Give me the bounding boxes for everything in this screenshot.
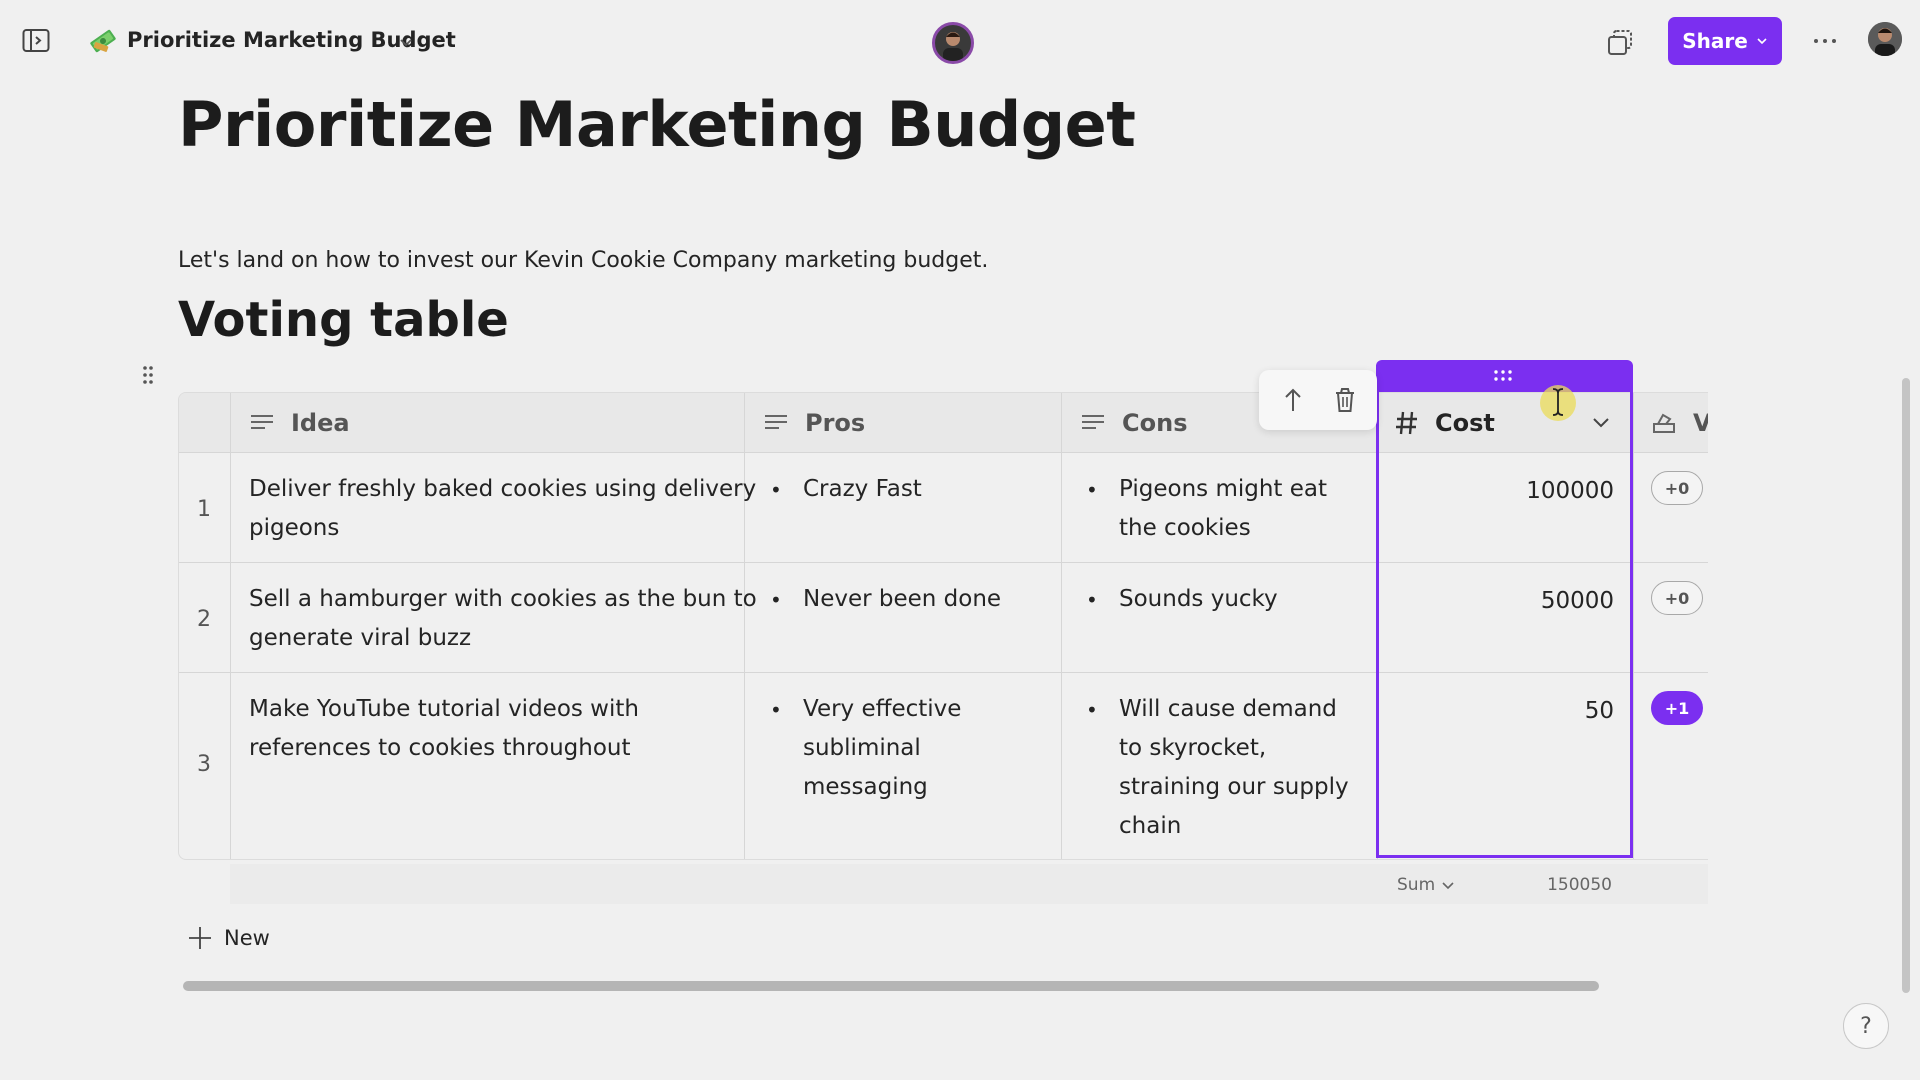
collaborator-avatar[interactable] <box>932 22 974 64</box>
money-icon <box>90 29 116 53</box>
cell-line: Deliver freshly baked cookies using deli… <box>249 476 757 502</box>
bullet-icon: • <box>770 588 782 612</box>
cell-line: Sell a hamburger with cookies as the bun… <box>249 586 757 612</box>
person-icon <box>1868 22 1902 56</box>
column-divider <box>230 393 231 859</box>
cell-line: the cookies <box>1119 515 1251 541</box>
cell-line: messaging <box>803 774 928 800</box>
vote-button[interactable]: +0 <box>1651 581 1703 615</box>
cell-line: Will cause demand <box>1119 696 1337 722</box>
cell-line: references to cookies throughout <box>249 735 631 761</box>
chevron-down-icon <box>1757 38 1767 45</box>
table-cell-pros[interactable]: Never been done <box>803 580 1001 619</box>
column-header-cons[interactable]: Cons <box>1080 393 1187 453</box>
cell-line: Pigeons might eat <box>1119 476 1328 502</box>
table-cell-pros[interactable]: Crazy Fast <box>803 470 922 509</box>
chevron-down-icon[interactable] <box>398 34 414 50</box>
help-button[interactable]: ? <box>1843 1003 1889 1049</box>
column-toolbar <box>1259 370 1377 430</box>
table-cell-cost[interactable]: 50 <box>1389 698 1614 724</box>
column-divider <box>1633 393 1634 859</box>
cell-line: Never been done <box>803 586 1002 612</box>
cell-line: subliminal <box>803 735 921 761</box>
sidebar-toggle-icon[interactable] <box>22 28 50 54</box>
page-title: Prioritize Marketing Budget <box>178 88 1136 161</box>
cell-line: straining our supply <box>1119 774 1349 800</box>
row-divider <box>179 562 1708 563</box>
bullet-icon: • <box>1086 698 1098 722</box>
bullet-icon: • <box>770 698 782 722</box>
text-lines-icon <box>251 415 273 429</box>
user-avatar[interactable] <box>1868 22 1902 56</box>
vote-button-active[interactable]: +1 <box>1651 691 1703 725</box>
grip-dots-icon <box>1494 370 1512 381</box>
share-button-label: Share <box>1682 29 1748 53</box>
summary-row <box>230 864 1708 904</box>
table-cell-idea[interactable]: Make YouTube tutorial videos with refere… <box>249 690 639 768</box>
column-header-label: Cost <box>1435 409 1495 437</box>
vertical-scrollbar[interactable] <box>1902 378 1910 993</box>
bullet-icon: • <box>1086 478 1098 502</box>
share-button[interactable]: Share <box>1668 17 1782 65</box>
vote-icon <box>1653 413 1675 433</box>
column-header-label: Cons <box>1122 409 1188 437</box>
section-heading: Voting table <box>178 292 509 348</box>
bullet-icon: • <box>770 478 782 502</box>
text-lines-icon <box>765 415 787 429</box>
sum-dropdown[interactable]: Sum <box>1397 875 1435 895</box>
vote-button[interactable]: +0 <box>1651 471 1703 505</box>
table-cell-idea[interactable]: Deliver freshly baked cookies using deli… <box>249 470 756 548</box>
table-cell-cons[interactable]: Sounds yucky <box>1119 580 1278 619</box>
text-lines-icon <box>1082 415 1104 429</box>
cell-line: Crazy Fast <box>803 476 922 502</box>
row-number: 1 <box>197 497 211 522</box>
column-header-cost[interactable]: Cost <box>1395 393 1495 453</box>
row-divider <box>179 672 1708 673</box>
new-row-label: New <box>224 926 270 950</box>
row-number: 3 <box>197 752 211 777</box>
cell-line: pigeons <box>249 515 340 541</box>
column-header-label: Pros <box>805 409 866 437</box>
column-divider <box>1377 393 1378 859</box>
arrow-up-icon[interactable] <box>1277 384 1309 416</box>
column-header-idea[interactable]: Idea <box>249 393 350 453</box>
voting-table: Idea Pros Cons Cost Vo <box>178 392 1708 860</box>
column-drag-handle[interactable] <box>1376 360 1633 392</box>
trash-icon[interactable] <box>1329 384 1361 416</box>
column-header-votes[interactable]: Vo <box>1651 393 1708 453</box>
new-row-button[interactable]: New <box>188 926 270 950</box>
column-header-pros[interactable]: Pros <box>763 393 865 453</box>
text-cursor-icon <box>1552 388 1564 416</box>
hash-icon <box>1396 411 1417 435</box>
horizontal-scrollbar[interactable] <box>183 981 1599 991</box>
column-header-label: Vo <box>1693 409 1708 437</box>
person-icon <box>943 32 963 61</box>
table-cell-cost[interactable]: 100000 <box>1389 478 1614 504</box>
page-description: Let's land on how to invest our Kevin Co… <box>178 248 989 273</box>
chevron-down-icon[interactable] <box>1441 879 1455 893</box>
plus-icon <box>189 927 211 949</box>
cell-line: Sounds yucky <box>1119 586 1278 612</box>
drag-handle-icon[interactable] <box>141 364 155 386</box>
cell-line: chain <box>1119 813 1182 839</box>
table-cell-cost[interactable]: 50000 <box>1389 588 1614 614</box>
more-options-icon[interactable] <box>1810 28 1840 54</box>
copy-component-icon[interactable] <box>1605 28 1635 58</box>
table-cell-idea[interactable]: Sell a hamburger with cookies as the bun… <box>249 580 757 658</box>
table-cell-cons[interactable]: Pigeons might eat the cookies <box>1119 470 1327 548</box>
chevron-down-icon[interactable] <box>1591 415 1611 431</box>
column-divider <box>1061 393 1062 859</box>
cell-line: Very effective <box>803 696 962 722</box>
table-cell-cons[interactable]: Will cause demand to skyrocket, strainin… <box>1119 690 1349 846</box>
table-cell-pros[interactable]: Very effective subliminal messaging <box>803 690 961 807</box>
row-number: 2 <box>197 607 211 632</box>
column-header-label: Idea <box>291 409 350 437</box>
cell-line: to skyrocket, <box>1119 735 1267 761</box>
cell-line: generate viral buzz <box>249 625 472 651</box>
cell-line: Make YouTube tutorial videos with <box>249 696 639 722</box>
bullet-icon: • <box>1086 588 1098 612</box>
sum-value: 150050 <box>1547 875 1612 895</box>
